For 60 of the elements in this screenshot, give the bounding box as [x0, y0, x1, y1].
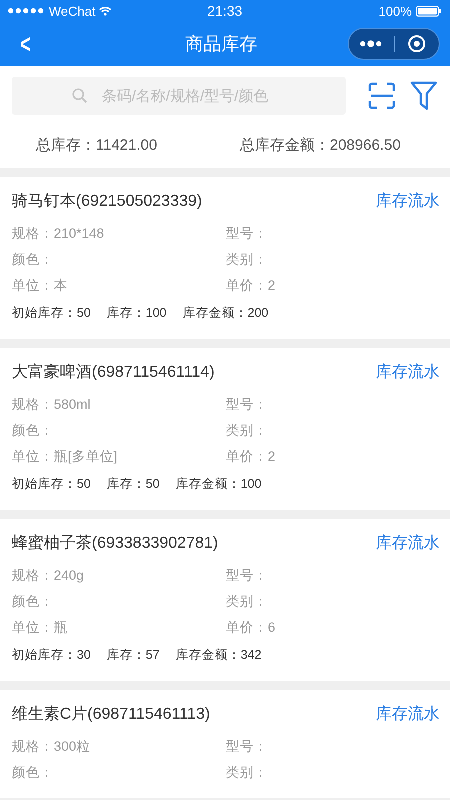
product-field: 规格：580ml	[12, 392, 226, 418]
product-field: 类别：	[226, 760, 438, 786]
stock-total: 库存：50	[106, 476, 160, 493]
product-field: 型号：	[226, 563, 438, 589]
product-title: 维生素C片(6987115461113)	[12, 704, 210, 724]
search-field[interactable]: 条码/名称/规格/型号/颜色	[12, 77, 346, 115]
product-card[interactable]: 维生素C片(6987115461113) 库存流水 规格：300粒 型号： 颜色： 类别：	[0, 690, 450, 798]
stock-total: 初始库存：50	[12, 305, 91, 322]
stock-total: 初始库存：30	[12, 647, 91, 664]
product-field: 型号：	[226, 221, 438, 247]
carrier-name: WeChat	[49, 4, 96, 18]
product-field: 规格：300粒	[12, 734, 226, 760]
more-icon	[360, 40, 382, 48]
target-icon	[408, 35, 426, 53]
wifi-icon	[98, 6, 112, 16]
product-field: 颜色：	[12, 589, 226, 615]
product-title: 蜂蜜柚子茶(6933833902781)	[12, 533, 218, 554]
summary-stat: 总库存金额：208966.50	[240, 136, 401, 154]
scan-icon	[368, 82, 396, 110]
stock-total: 库存：100	[106, 305, 167, 322]
stock-total: 库存金额：200	[182, 305, 269, 322]
stock-flow-link[interactable]: 库存流水	[376, 704, 440, 724]
product-field: 型号：	[226, 734, 438, 760]
product-field: 单位：瓶	[12, 615, 226, 641]
stock-total: 库存金额：100	[176, 476, 262, 493]
product-field: 类别：	[226, 247, 438, 273]
stock-flow-link[interactable]: 库存流水	[376, 190, 440, 212]
product-field: 型号：	[226, 392, 438, 418]
product-title: 大富豪啤酒(6987115461114)	[12, 362, 215, 382]
product-title: 骑马钉本(6921505023339)	[12, 192, 202, 212]
product-field: 颜色：	[12, 247, 226, 273]
stock-total: 库存：57	[106, 647, 160, 664]
filter-button[interactable]	[410, 81, 438, 111]
product-card[interactable]: 骑马钉本(6921505023339) 库存流水 规格：210*148 型号： 颜色： 类别： 单位：本 单价：2 初始库存：50 库存：100 库存金额：200	[0, 177, 450, 339]
product-field: 规格：240g	[12, 563, 226, 589]
stock-total: 初始库存：50	[12, 476, 91, 493]
product-field: 单价：6	[226, 615, 438, 641]
stock-flow-link[interactable]: 库存流水	[376, 532, 440, 554]
product-field: 规格：210*148	[12, 221, 226, 247]
product-card[interactable]: 大富豪啤酒(6987115461114) 库存流水 规格：580ml 型号： 颜色： 类别： 单位：瓶[多单位] 单价：2 初始库存：50 库存：50 库存金额：100	[0, 348, 450, 510]
battery-percent: 100%	[378, 4, 412, 18]
battery-icon	[416, 6, 442, 16]
scan-button[interactable]	[368, 82, 396, 110]
product-field: 单位：本	[12, 273, 226, 299]
stock-flow-link[interactable]: 库存流水	[376, 362, 440, 382]
product-field: 颜色：	[12, 760, 226, 786]
filter-icon	[410, 81, 438, 111]
product-field: 类别：	[226, 418, 438, 444]
page-title: 商品库存	[184, 33, 259, 56]
product-field: 单价：2	[226, 444, 438, 470]
product-field: 单价：2	[226, 273, 438, 299]
product-field: 单位：瓶[多单位]	[12, 444, 226, 470]
product-field: 颜色：	[12, 418, 226, 444]
stock-total: 库存金额：342	[176, 647, 262, 664]
clock-time: 21:33	[206, 3, 244, 19]
signal-icon	[8, 8, 46, 14]
back-button[interactable]: <	[17, 29, 34, 59]
summary-stat: 总库存：11421.00	[36, 136, 158, 154]
product-card[interactable]: 蜂蜜柚子茶(6933833902781) 库存流水 规格：240g 型号： 颜色： 类别： 单位：瓶 单价：6 初始库存：30 库存：57 库存金额：342	[0, 519, 450, 681]
product-field: 类别：	[226, 589, 438, 615]
